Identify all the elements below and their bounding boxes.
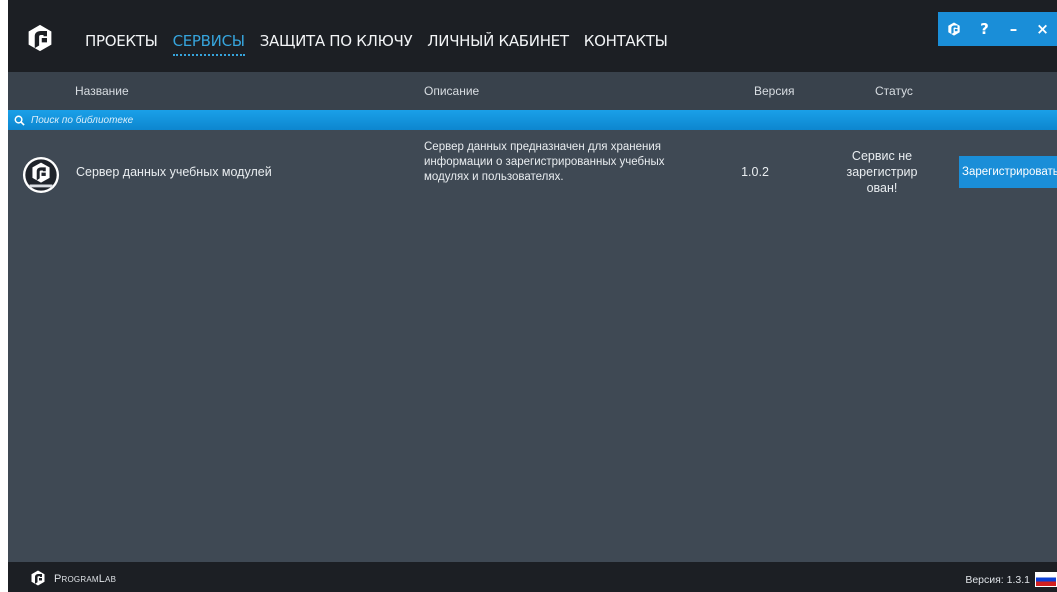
service-description: Сервер данных предназначен для хранения … [424, 141, 665, 183]
help-button[interactable]: ? [970, 12, 999, 46]
programlab-logo-icon [31, 570, 45, 586]
column-version-header[interactable]: Версия [754, 84, 795, 98]
status-bar: ProgramLab Версия: 1.3.1 [8, 562, 1057, 592]
column-name-header[interactable]: Название [75, 84, 129, 98]
title-bar: ПРОЕКТЫ СЕРВИСЫ ЗАЩИТА ПО КЛЮЧУ ЛИЧНЫЙ К… [8, 0, 1057, 72]
column-description-header[interactable]: Описание [424, 84, 479, 98]
help-icon: ? [980, 20, 989, 38]
app-window: ПРОЕКТЫ СЕРВИСЫ ЗАЩИТА ПО КЛЮЧУ ЛИЧНЫЙ К… [8, 0, 1057, 592]
russia-flag-icon[interactable] [1035, 572, 1057, 587]
nav-projects[interactable]: ПРОЕКТЫ [85, 30, 158, 52]
nav-key-protection[interactable]: ЗАЩИТА ПО КЛЮЧУ [260, 30, 413, 52]
service-status: Сервис не зарегистрир ован! [846, 149, 918, 195]
service-version: 1.0.2 [741, 165, 769, 179]
programlab-module-icon [22, 156, 60, 194]
app-version: Версия: 1.3.1 [965, 574, 1030, 586]
service-name: Сервер данных учебных модулей [76, 165, 272, 179]
nav-services[interactable]: СЕРВИСЫ [172, 30, 245, 56]
programlab-logo-icon [948, 22, 960, 36]
table-row[interactable]: Сервер данных учебных модулей Сервер дан… [8, 130, 1057, 218]
minimize-icon: – [1009, 20, 1018, 38]
close-button[interactable]: × [1028, 12, 1057, 46]
programlab-logo-icon [28, 24, 52, 52]
search-icon [14, 115, 25, 126]
table-header: Название Описание Версия Статус [8, 72, 1057, 110]
close-icon: × [1036, 20, 1049, 38]
search-bar [8, 110, 1057, 130]
nav-contacts[interactable]: КОНТАКТЫ [584, 30, 668, 52]
logo-button[interactable] [938, 12, 970, 46]
brand-name: ProgramLab [54, 573, 117, 585]
column-status-header[interactable]: Статус [875, 84, 913, 98]
window-controls: ? – × [938, 12, 1057, 46]
search-input[interactable] [31, 111, 1057, 129]
register-button[interactable]: Зарегистрировать [959, 156, 1057, 188]
nav-personal-account[interactable]: ЛИЧНЫЙ КАБИНЕТ [427, 30, 569, 52]
main-nav: ПРОЕКТЫ СЕРВИСЫ ЗАЩИТА ПО КЛЮЧУ ЛИЧНЫЙ К… [85, 30, 668, 56]
minimize-button[interactable]: – [999, 12, 1028, 46]
